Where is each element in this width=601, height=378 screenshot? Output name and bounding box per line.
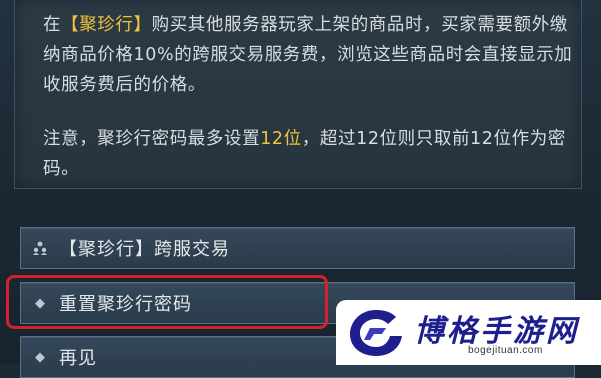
para2-prefix: 注意，聚珍行密码最多设置	[43, 129, 261, 149]
diamond-bullet-icon: ◆	[35, 295, 45, 311]
watermark-logo-icon	[350, 310, 402, 356]
diamond-bullet-icon: ◆	[35, 349, 45, 365]
info-paragraph-password: 注意，聚珍行密码最多设置12位，超过12位则只取前12位作为密码。	[43, 124, 573, 184]
menu-item-label: 重置聚珍行密码	[59, 294, 192, 315]
menu-item-label: 【聚珍行】跨服交易	[59, 239, 230, 260]
info-paragraph-fee: 在【聚珍行】购买其他服务器玩家上架的商品时，买家需要额外缴纳商品价格10%的跨服…	[43, 10, 573, 100]
info-panel: 在【聚珍行】购买其他服务器玩家上架的商品时，买家需要额外缴纳商品价格10%的跨服…	[14, 0, 582, 189]
watermark-title: 博格手游网	[414, 314, 579, 349]
menu-item-label: 再见	[59, 348, 97, 369]
game-dialog: 在【聚珍行】购买其他服务器玩家上架的商品时，买家需要额外缴纳商品价格10%的跨服…	[0, 0, 601, 378]
menu-item-cross-server-trade[interactable]: 【聚珍行】跨服交易	[20, 227, 575, 269]
watermark-url: bogejituan.com	[468, 345, 543, 356]
para1-prefix: 在	[43, 15, 62, 35]
npc-name: 【聚珍行】	[61, 15, 152, 35]
people-icon	[21, 240, 59, 256]
password-limit: 12位	[260, 129, 302, 149]
site-watermark: 博格手游网 bogejituan.com	[336, 300, 601, 365]
